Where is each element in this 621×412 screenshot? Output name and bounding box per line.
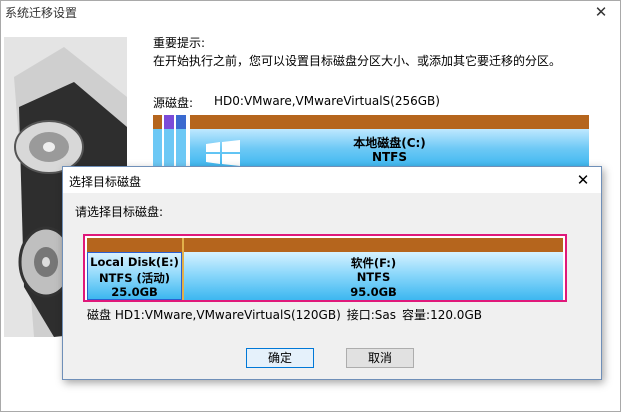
partition-f-fs: NTFS [356,270,391,284]
target-disk-interface: 接口:Sas [346,308,397,322]
main-close-icon[interactable]: ✕ [592,3,610,21]
partition-f-size: 95.0GB [350,285,397,299]
partition-f[interactable]: 软件(F:) NTFS 95.0GB [184,252,563,300]
target-disk-selection[interactable]: Local Disk(E:) NTFS (活动) 25.0GB 软件(F:) N… [83,234,567,302]
ok-button[interactable]: 确定 [246,348,314,368]
partition-e-fs: NTFS (活动) [98,271,171,285]
source-disk-label: 源磁盘: [153,96,194,110]
main-window-title: 系统迁移设置 [5,6,78,20]
target-disk-capacity: 容量:120.0GB [402,308,482,322]
source-small-partition[interactable] [153,129,162,169]
source-small-partition-top [176,115,186,129]
source-partition-fs: NTFS [371,150,408,164]
partition-f-name: 软件(F:) [350,256,397,270]
partition-e-size: 25.0GB [111,285,158,299]
dialog-prompt: 请选择目标磁盘: [75,205,164,219]
target-disk-name: 磁盘 HD1:VMware,VMwareVirtualS(120GB) [87,308,341,322]
source-partition-name: 本地磁盘(C:) [353,136,426,150]
target-disk-info: 磁盘 HD1:VMware,VMwareVirtualS(120GB) 接口:Sa… [87,306,488,323]
source-small-partition[interactable] [176,129,186,169]
close-icon[interactable]: ✕ [573,170,593,190]
source-small-partition-top [164,115,174,129]
source-small-partition[interactable] [164,129,174,169]
select-target-disk-dialog: 选择目标磁盘 ✕ 请选择目标磁盘: Local Disk(E:) NTFS (活… [62,166,602,380]
cancel-button[interactable]: 取消 [346,348,414,368]
tip-heading: 重要提示: [153,36,206,50]
source-main-partition[interactable]: 本地磁盘(C:) NTFS [190,129,589,169]
dialog-title: 选择目标磁盘 [69,175,142,189]
dialog-titlebar: 选择目标磁盘 ✕ [63,167,601,193]
partition-f-top [184,238,563,252]
partition-e-name: Local Disk(E:) [90,255,179,269]
source-main-partition-top [190,115,589,129]
partition-e-top [87,238,182,252]
source-small-partition-top [153,115,162,129]
partition-e[interactable]: Local Disk(E:) NTFS (活动) 25.0GB [87,252,182,300]
windows-logo-icon [206,140,240,166]
source-disk-name: HD0:VMware,VMwareVirtualS(256GB) [214,94,440,108]
tip-text: 在开始执行之前，您可以设置目标磁盘分区大小、或添加其它要迁移的分区。 [153,54,562,68]
